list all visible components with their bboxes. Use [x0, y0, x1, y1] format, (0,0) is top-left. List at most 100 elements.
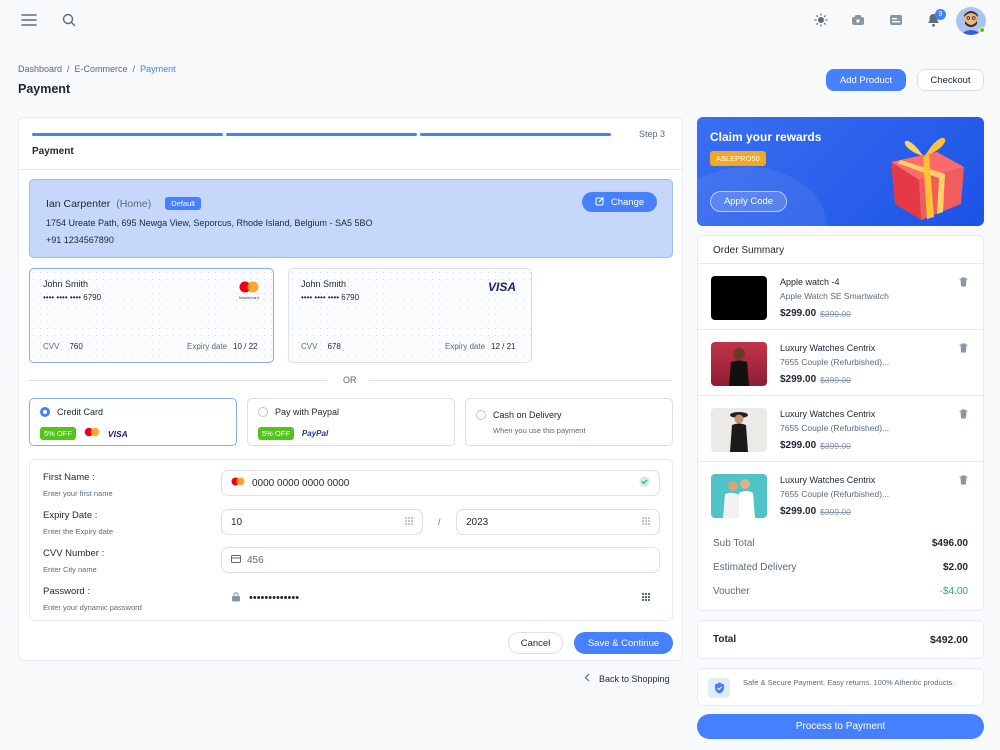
visa-logo: VISA: [107, 428, 128, 439]
back-to-shopping-link[interactable]: Back to Shopping: [584, 673, 670, 684]
edit-icon: [595, 196, 605, 209]
change-address-button[interactable]: Change: [582, 192, 657, 212]
cod-sublabel: When you use this payment: [493, 426, 586, 435]
product-desc: 7655 Couple (Refurbished)...: [780, 423, 890, 433]
paypal-logo: PayPal: [301, 429, 329, 438]
address-box[interactable]: Ian Carpenter (Home) Default 1754 Ureate…: [29, 179, 673, 258]
search-icon[interactable]: [58, 9, 80, 31]
shield-icon: [708, 678, 730, 698]
voucher-label: Voucher: [713, 586, 750, 597]
password-help: Enter your dynamic password: [43, 603, 142, 612]
grid-icon: [405, 516, 413, 528]
order-item: Luxury Watches Centrix 7655 Couple (Refu…: [698, 396, 983, 462]
cvv-value: 678: [327, 342, 341, 351]
breadcrumb-payment: Payment: [140, 64, 176, 74]
expiry-date-label: Expiry Date :: [43, 510, 98, 521]
save-continue-button[interactable]: Save & Continue: [574, 632, 673, 654]
trash-icon[interactable]: [952, 271, 974, 293]
paypal-radio[interactable]: [258, 407, 268, 417]
gift-icon: [879, 122, 974, 225]
add-product-button[interactable]: Add Product: [826, 69, 906, 91]
product-image: [711, 342, 767, 386]
card-number: •••• •••• •••• 6790: [301, 293, 360, 302]
discount-chip: 5% OFF: [258, 427, 294, 440]
product-image: [711, 408, 767, 452]
cvv-input[interactable]: 456: [221, 547, 660, 573]
divider: [19, 169, 682, 170]
message-icon[interactable]: [885, 9, 907, 31]
product-desc: 7655 Couple (Refurbished)...: [780, 357, 890, 367]
credit-card-radio[interactable]: [40, 407, 50, 417]
discount-chip: 5% OFF: [40, 427, 76, 440]
online-status-dot: [979, 27, 985, 33]
chevron-left-icon: [584, 673, 590, 684]
sun-icon[interactable]: [810, 9, 832, 31]
password-value: •••••••••••••: [249, 592, 300, 604]
saved-card-mastercard[interactable]: John Smith •••• •••• •••• 6790 Mastercar…: [29, 268, 274, 363]
step-label: Step 3: [639, 129, 666, 139]
product-price: $299.00: [780, 308, 817, 319]
cancel-button[interactable]: Cancel: [508, 632, 563, 654]
step-bar-1: [32, 133, 223, 136]
change-label: Change: [610, 196, 645, 208]
sub-total-value: $496.00: [931, 538, 968, 549]
product-price: $299.00: [780, 440, 817, 451]
visa-icon: VISA: [488, 280, 517, 294]
process-to-payment-button[interactable]: Process to Payment: [697, 714, 984, 739]
product-desc: Apple Watch SE Smartwatch: [780, 291, 889, 301]
cod-label: Cash on Delivery: [493, 410, 562, 420]
trash-icon[interactable]: [952, 403, 974, 425]
method-credit-card[interactable]: Credit Card 5% OFF VISA: [29, 398, 237, 446]
checkout-button[interactable]: Checkout: [917, 69, 984, 91]
method-cash-on-delivery[interactable]: Cash on Delivery When you use this payme…: [465, 398, 673, 446]
cod-radio[interactable]: [476, 410, 486, 420]
card-holder-name: John Smith: [301, 279, 347, 289]
section-title: Payment: [32, 146, 74, 157]
menu-icon[interactable]: [18, 9, 40, 31]
cvv-value: 760: [69, 342, 83, 351]
product-name: Luxury Watches Centrix: [780, 343, 876, 353]
delivery-value: $2.00: [942, 562, 968, 573]
expiry-month-select[interactable]: 10: [221, 509, 423, 535]
trash-icon[interactable]: [952, 469, 974, 491]
expiry-label: Expiry date: [445, 342, 486, 351]
back-to-shopping-label: Back to Shopping: [599, 673, 670, 684]
trash-icon[interactable]: [952, 337, 974, 359]
rewards-title: Claim your rewards: [710, 130, 822, 144]
product-name: Apple watch -4: [780, 277, 840, 287]
payment-card: Step 3 Payment Ian Carpenter (Home) Defa…: [18, 117, 683, 661]
expiry-month-value: 10: [231, 516, 243, 528]
apply-code-button[interactable]: Apply Code: [710, 191, 787, 212]
notification-badge: 9: [935, 9, 946, 20]
lock-icon: [231, 591, 241, 605]
card-number-input[interactable]: 0000 0000 0000 0000: [221, 470, 660, 496]
method-paypal[interactable]: Pay with Paypal 5% OFF PayPal: [247, 398, 455, 446]
mastercard-icon: [231, 477, 245, 489]
address-line: 1754 Ureate Path, 695 Newga View, Seporc…: [46, 218, 373, 228]
settings-icon[interactable]: [847, 9, 869, 31]
mastercard-icon: Mastercard: [237, 281, 261, 301]
breadcrumb-ecommerce[interactable]: E-Commerce: [75, 64, 128, 74]
first-name-help: Enter your first name: [43, 489, 113, 498]
password-label: Password :: [43, 586, 90, 597]
top-header: 9: [0, 0, 1000, 40]
delivery-label: Estimated Delivery: [713, 562, 797, 573]
voucher-value: -$4.00: [939, 586, 968, 597]
breadcrumb-separator: /: [132, 64, 136, 74]
product-price: $299.00: [780, 506, 817, 517]
product-name: Luxury Watches Centrix: [780, 409, 876, 419]
expiry-value: 12 / 21: [491, 342, 516, 351]
sub-total-label: Sub Total: [713, 538, 755, 549]
password-input[interactable]: •••••••••••••: [221, 585, 660, 611]
saved-card-visa[interactable]: John Smith •••• •••• •••• 6790 VISA CVV …: [288, 268, 532, 363]
breadcrumb-dashboard[interactable]: Dashboard: [18, 64, 62, 74]
expiry-year-select[interactable]: 2023: [456, 509, 660, 535]
product-image: [711, 276, 767, 320]
check-circle-icon: [639, 476, 650, 490]
keypad-icon: [642, 592, 650, 604]
step-bar-3: [420, 133, 611, 136]
address-phone: +91 1234567890: [46, 235, 114, 245]
order-item: Apple watch -4 Apple Watch SE Smartwatch…: [698, 264, 983, 330]
default-badge: Default: [165, 197, 201, 210]
order-summary-title: Order Summary: [713, 245, 785, 256]
